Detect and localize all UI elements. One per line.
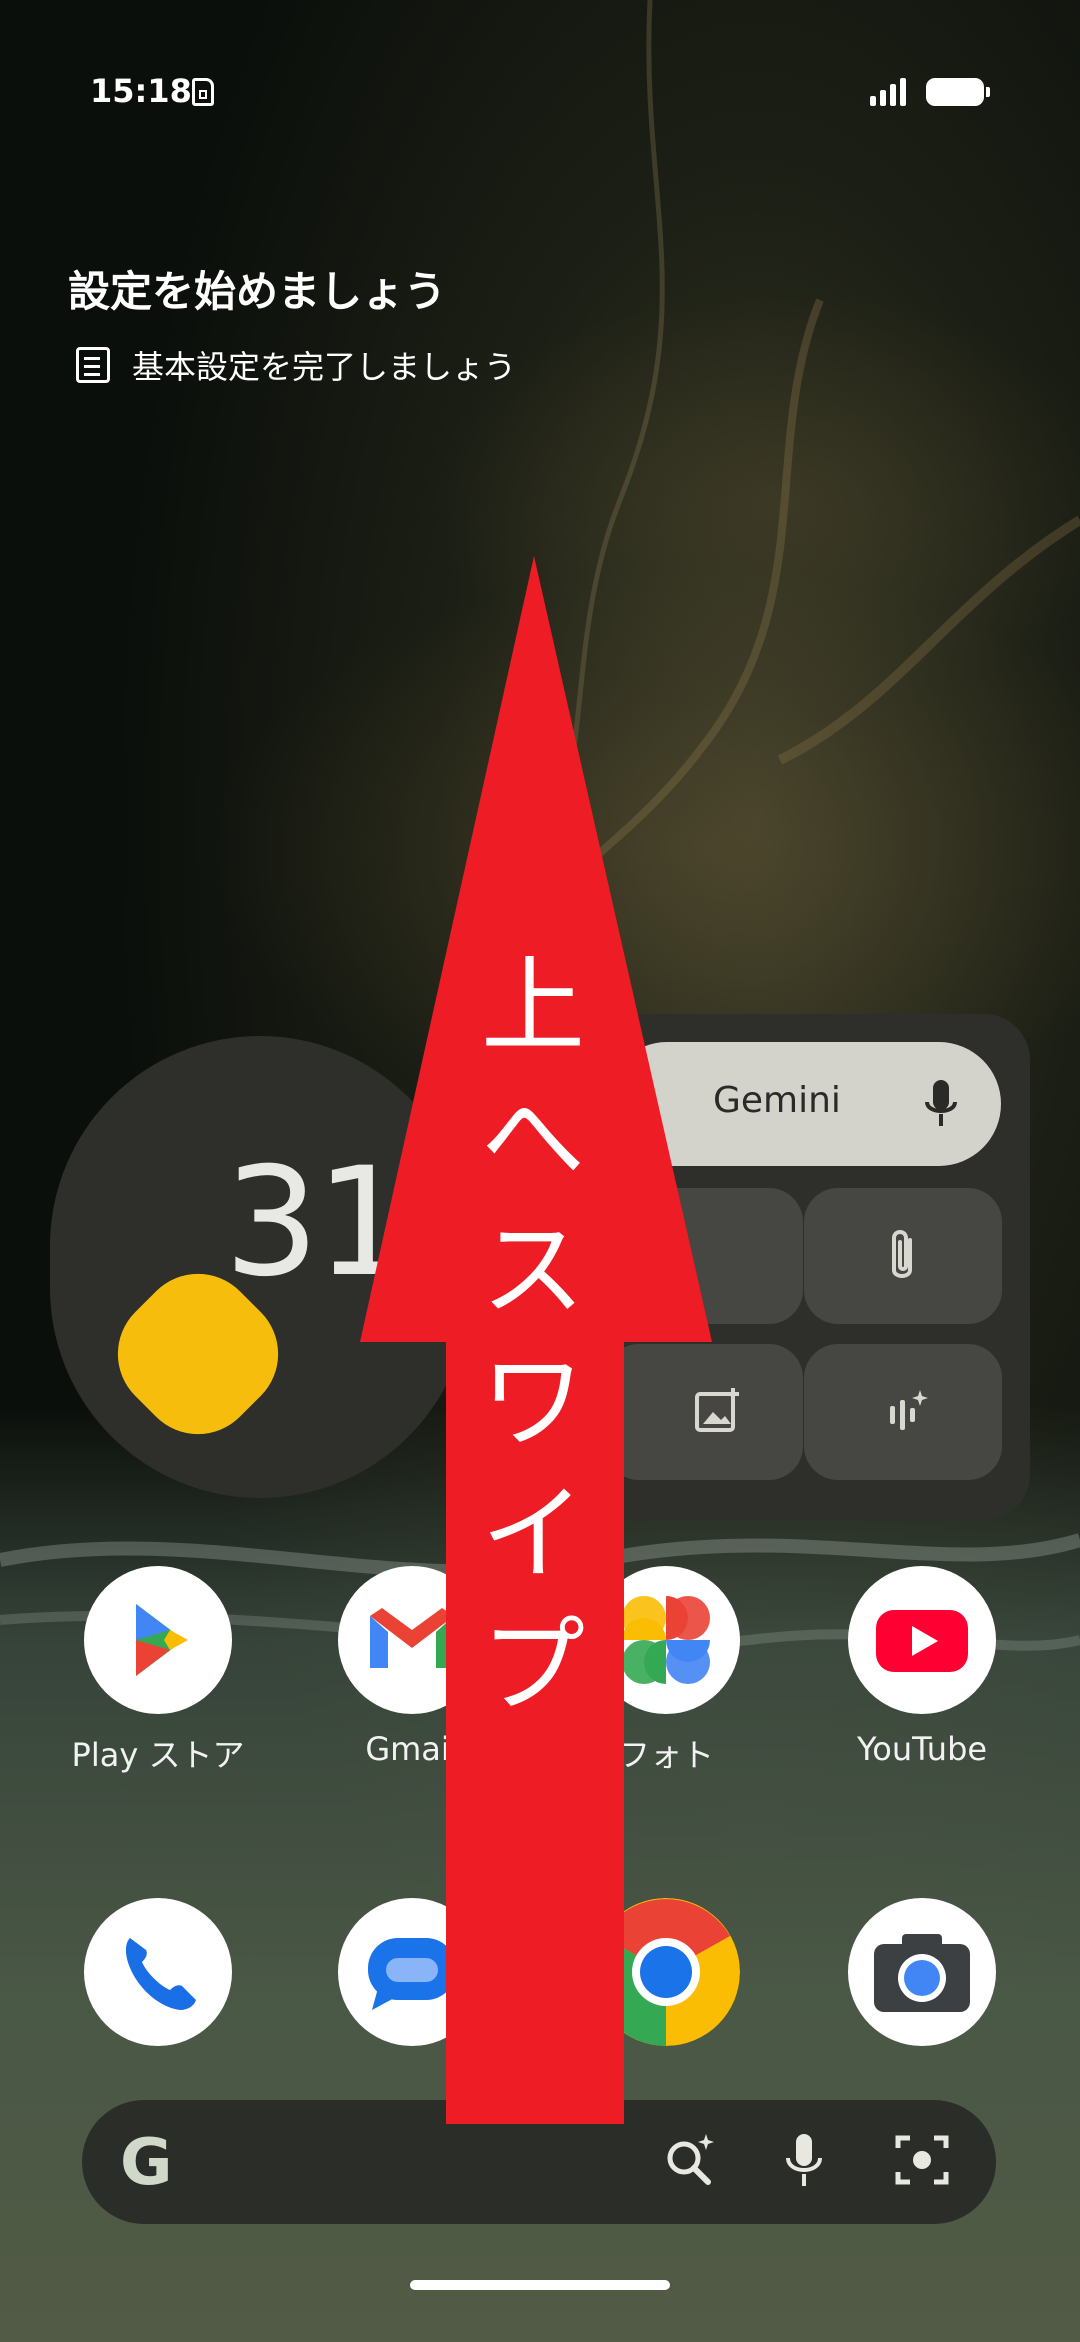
app-camera[interactable] [848,1898,996,2046]
home-gesture-bar[interactable] [410,2280,670,2290]
app-label: Play ストア [71,1736,245,1774]
instruction-char: イ [480,1473,585,1595]
messages-icon [338,1898,486,2046]
play-store-icon [84,1566,232,1714]
app-label: Gmail [365,1730,459,1768]
setup-task-row[interactable]: 基本設定を完了しましょう [76,342,516,388]
checklist-icon [76,347,110,383]
instruction-char: プ [480,1605,585,1727]
gemini-widget: Gemini ◘ [575,1014,1030,1520]
gemini-label: Gemini [713,1080,841,1121]
sun-icon [130,1286,266,1422]
app-youtube[interactable]: YouTube [848,1566,996,1768]
camera-icon: ◘ [635,1230,670,1281]
mic-icon[interactable] [782,2130,826,2190]
instruction-char: 上 [480,945,585,1067]
camera-scan-icon[interactable] [892,2130,952,2190]
image-add-icon [695,1388,739,1432]
swipe-instruction: 上 へ ス ワ イ プ [448,940,618,1732]
app-messages[interactable] [338,1898,486,2046]
lens-sparkle-icon[interactable] [660,2130,720,2190]
instruction-char: ワ [480,1341,585,1463]
camera-icon [848,1898,996,2046]
weather-widget[interactable]: 31° [50,1036,482,1498]
gemini-search-button[interactable]: Gemini [605,1042,1001,1166]
instruction-char: へ [480,1077,585,1199]
battery-icon [926,78,990,106]
phone-icon [84,1898,232,2046]
instruction-char: ス [480,1209,585,1331]
app-chrome[interactable] [592,1898,740,2046]
signal-icon [870,76,910,106]
sim-card-icon [192,78,214,106]
gemini-live-button[interactable] [804,1344,1002,1480]
attachment-icon [892,1230,912,1278]
chrome-icon [592,1898,740,2046]
gemini-image-button[interactable] [605,1344,803,1480]
youtube-icon [848,1566,996,1714]
setup-subtitle: 基本設定を完了しましょう [132,348,517,386]
setup-title[interactable]: 設定を始めましょう [68,258,446,319]
gemini-attach-button[interactable] [804,1188,1002,1324]
app-play-store[interactable]: Play ストア [72,1566,244,1774]
app-label: フォト [617,1736,714,1774]
google-search-bar[interactable]: G [82,2100,996,2224]
status-time: 15:18 [90,72,192,110]
temperature: 31° [224,1136,482,1310]
app-label: YouTube [856,1730,988,1768]
status-bar: 15:18 [0,72,1080,112]
app-phone[interactable] [84,1898,232,2046]
voice-sparkle-icon [890,1390,928,1430]
google-logo: G [120,2126,173,2200]
mic-icon[interactable] [921,1076,961,1132]
gemini-camera-button[interactable]: ◘ [605,1188,803,1324]
